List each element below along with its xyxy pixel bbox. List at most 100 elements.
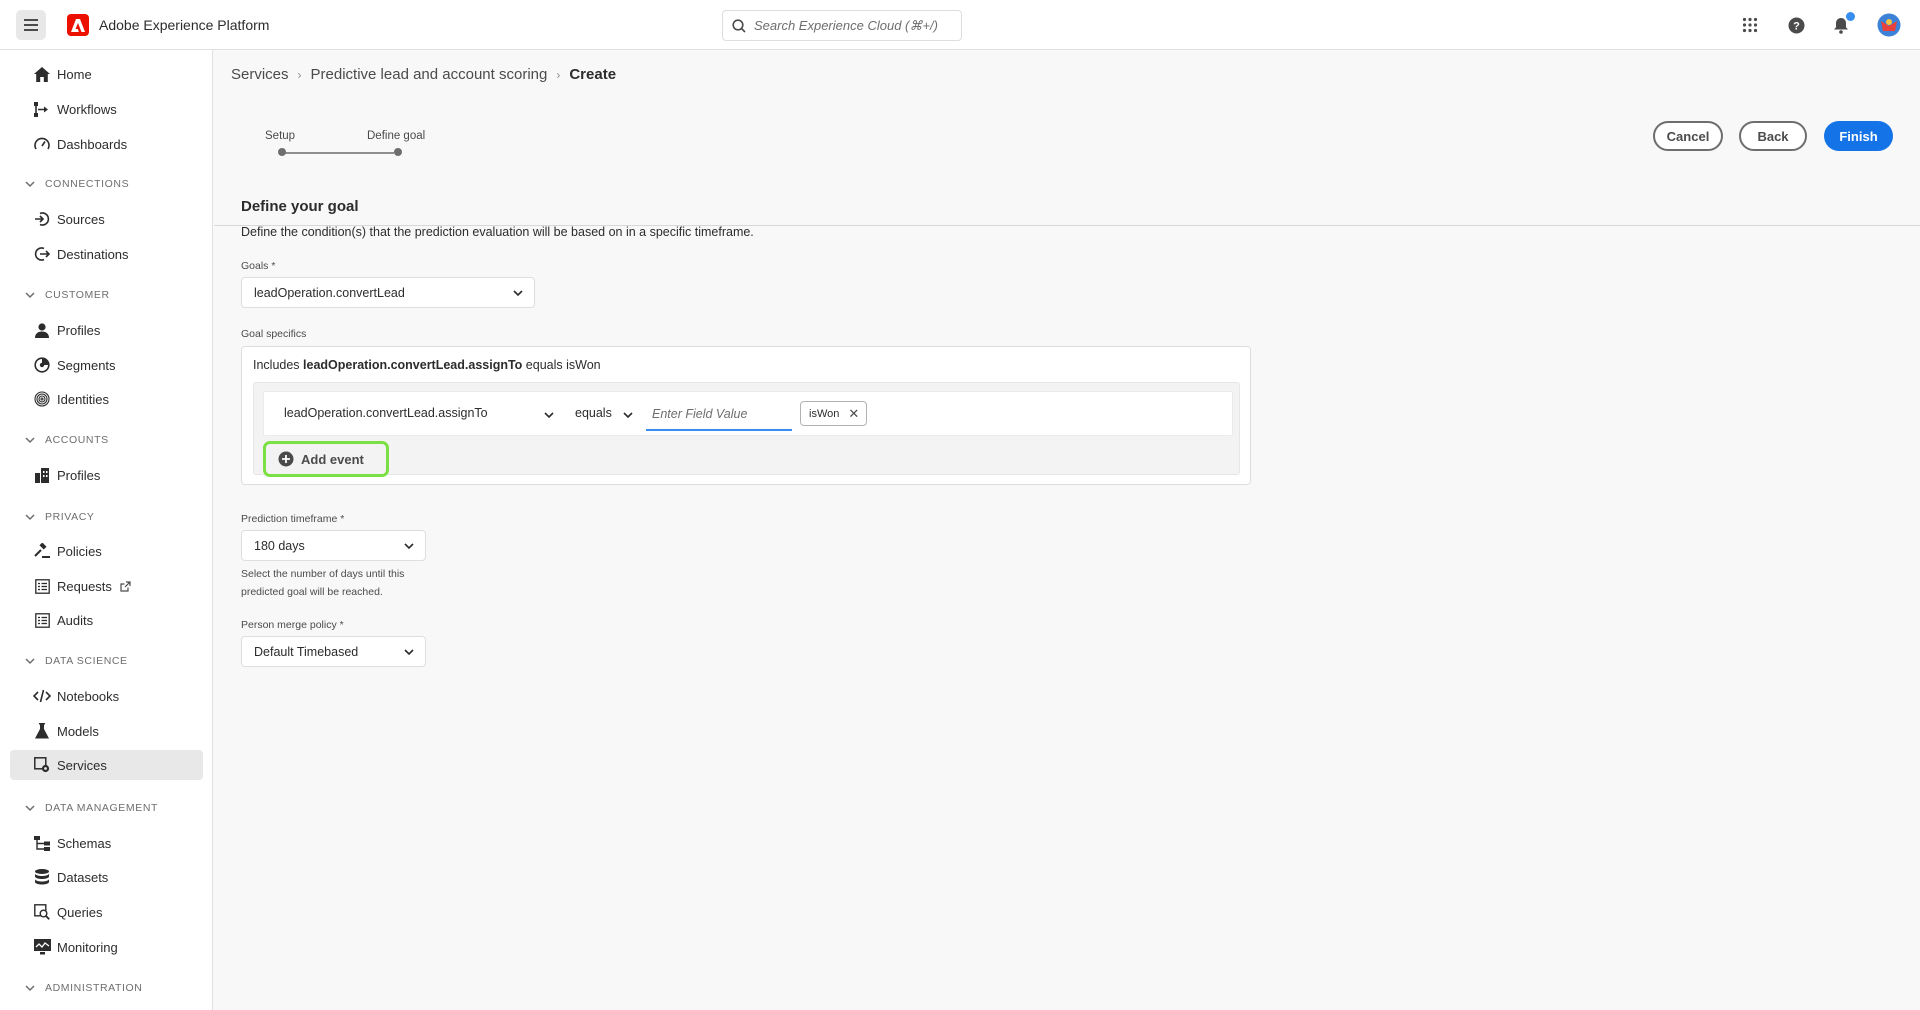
goals-label: Goals * bbox=[241, 260, 276, 272]
nav-section-connections[interactable]: CONNECTIONS bbox=[24, 178, 129, 190]
notification-badge bbox=[1846, 12, 1855, 21]
add-circle-icon bbox=[278, 451, 294, 467]
apps-grid-icon[interactable] bbox=[1740, 15, 1760, 35]
condition-operator-dropdown[interactable]: equals bbox=[575, 406, 612, 420]
remove-tag-icon[interactable]: ✕ bbox=[848, 406, 859, 422]
nav-item-identities[interactable]: Identities bbox=[10, 384, 203, 414]
home-icon bbox=[32, 64, 52, 84]
chevron-down-icon bbox=[404, 649, 414, 656]
page-heading: Define your goal bbox=[241, 198, 359, 215]
global-search[interactable] bbox=[722, 10, 962, 41]
nav-section-data-science[interactable]: DATA SCIENCE bbox=[24, 655, 128, 667]
nav-item-account-profiles[interactable]: Profiles bbox=[10, 460, 203, 490]
goals-dropdown[interactable]: leadOperation.convertLead bbox=[241, 277, 535, 308]
nav-item-destinations[interactable]: Destinations bbox=[10, 239, 203, 269]
nav-item-services[interactable]: Services bbox=[10, 750, 203, 780]
nav-item-schemas[interactable]: Schemas bbox=[10, 828, 203, 858]
top-bar: Adobe Experience Platform ? bbox=[0, 0, 1920, 50]
flask-icon bbox=[32, 721, 52, 741]
chevron-down-icon bbox=[404, 543, 414, 550]
nav-item-sources[interactable]: Sources bbox=[10, 204, 203, 234]
sources-arrow-in-icon bbox=[32, 209, 52, 229]
adobe-logo-icon[interactable] bbox=[67, 14, 89, 36]
building-icon bbox=[32, 465, 52, 485]
chevron-down-icon bbox=[25, 658, 35, 665]
breadcrumb: Services › Predictive lead and account s… bbox=[231, 66, 616, 83]
left-navigation: Home Workflows Dashboards CONNECTIONS So… bbox=[0, 50, 213, 1010]
services-gear-icon bbox=[32, 755, 52, 775]
nav-item-dashboards[interactable]: Dashboards bbox=[10, 129, 203, 159]
nav-item-profiles[interactable]: Profiles bbox=[10, 315, 203, 345]
gavel-icon bbox=[32, 541, 52, 561]
menu-toggle-button[interactable] bbox=[16, 10, 46, 40]
step-label-define-goal: Define goal bbox=[367, 130, 426, 142]
dashboard-gauge-icon bbox=[32, 134, 52, 154]
breadcrumb-item-services[interactable]: Services bbox=[231, 66, 289, 83]
search-input[interactable] bbox=[754, 18, 954, 33]
nav-item-segments[interactable]: Segments bbox=[10, 350, 203, 380]
nav-section-data-management[interactable]: DATA MANAGEMENT bbox=[24, 802, 158, 814]
nav-section-administration[interactable]: ADMINISTRATION bbox=[24, 982, 142, 994]
monitor-chart-icon bbox=[32, 937, 52, 957]
value-tag-label: isWon bbox=[809, 407, 840, 420]
goal-specifics-panel: Includes leadOperation.convertLead.assig… bbox=[241, 346, 1251, 485]
chevron-down-icon bbox=[25, 292, 35, 299]
breadcrumb-item-predictive-scoring[interactable]: Predictive lead and account scoring bbox=[311, 66, 548, 83]
chevron-down-icon bbox=[513, 290, 523, 297]
audit-list-icon bbox=[32, 610, 52, 630]
merge-policy-selected-value: Default Timebased bbox=[254, 644, 359, 659]
nav-item-models[interactable]: Models bbox=[10, 716, 203, 746]
goals-selected-value: leadOperation.convertLead bbox=[254, 285, 405, 300]
condition-container: leadOperation.convertLead.assignTo equal… bbox=[253, 382, 1240, 475]
chevron-down-icon[interactable] bbox=[622, 409, 634, 421]
nav-item-queries[interactable]: Queries bbox=[10, 897, 203, 927]
help-icon[interactable]: ? bbox=[1786, 15, 1806, 35]
cancel-button[interactable]: Cancel bbox=[1653, 121, 1723, 151]
chevron-down-icon[interactable] bbox=[543, 409, 555, 421]
fingerprint-icon bbox=[32, 389, 52, 409]
external-link-icon bbox=[120, 580, 131, 592]
chevron-down-icon bbox=[25, 985, 35, 992]
nav-item-notebooks[interactable]: Notebooks bbox=[10, 681, 203, 711]
breadcrumb-current: Create bbox=[569, 66, 617, 83]
prediction-timeframe-dropdown[interactable]: 180 days bbox=[241, 530, 426, 561]
list-document-icon bbox=[32, 576, 52, 596]
workflow-icon bbox=[32, 99, 52, 119]
nav-item-monitoring[interactable]: Monitoring bbox=[10, 932, 203, 962]
finish-button[interactable]: Finish bbox=[1824, 121, 1893, 151]
query-search-icon bbox=[32, 902, 52, 922]
hamburger-icon bbox=[24, 19, 38, 31]
goal-specifics-summary: Includes leadOperation.convertLead.assig… bbox=[253, 358, 601, 372]
destinations-arrow-out-icon bbox=[32, 244, 52, 264]
notifications-bell-icon[interactable] bbox=[1831, 12, 1855, 35]
nav-section-privacy[interactable]: PRIVACY bbox=[24, 511, 95, 523]
nav-item-home[interactable]: Home bbox=[10, 59, 203, 89]
merge-policy-dropdown[interactable]: Default Timebased bbox=[241, 636, 426, 667]
nav-item-policies[interactable]: Policies bbox=[10, 536, 203, 566]
person-icon bbox=[32, 320, 52, 340]
timeframe-selected-value: 180 days bbox=[254, 538, 305, 553]
svg-text:?: ? bbox=[1793, 20, 1800, 32]
add-event-button[interactable]: Add event bbox=[263, 441, 389, 477]
app-title[interactable]: Adobe Experience Platform bbox=[99, 17, 269, 33]
condition-field-dropdown[interactable]: leadOperation.convertLead.assignTo bbox=[284, 406, 488, 420]
field-value-input[interactable] bbox=[646, 399, 792, 431]
chevron-down-icon bbox=[25, 805, 35, 812]
chevron-down-icon bbox=[25, 437, 35, 444]
goal-specifics-label: Goal specifics bbox=[241, 328, 307, 340]
back-button[interactable]: Back bbox=[1739, 121, 1807, 151]
nav-item-requests[interactable]: Requests bbox=[10, 571, 203, 601]
merge-policy-label: Person merge policy * bbox=[241, 619, 344, 631]
nav-section-customer[interactable]: CUSTOMER bbox=[24, 289, 110, 301]
schema-tree-icon bbox=[32, 833, 52, 853]
nav-item-datasets[interactable]: Datasets bbox=[10, 862, 203, 892]
step-dot-define-goal[interactable] bbox=[394, 148, 402, 156]
user-avatar[interactable] bbox=[1877, 13, 1901, 37]
chevron-down-icon bbox=[25, 514, 35, 521]
nav-section-accounts[interactable]: ACCOUNTS bbox=[24, 434, 109, 446]
step-label-setup: Setup bbox=[265, 130, 296, 142]
nav-item-workflows[interactable]: Workflows bbox=[10, 94, 203, 124]
prediction-timeframe-label: Prediction timeframe * bbox=[241, 513, 345, 525]
step-dot-setup[interactable] bbox=[278, 148, 286, 156]
nav-item-audits[interactable]: Audits bbox=[10, 605, 203, 635]
